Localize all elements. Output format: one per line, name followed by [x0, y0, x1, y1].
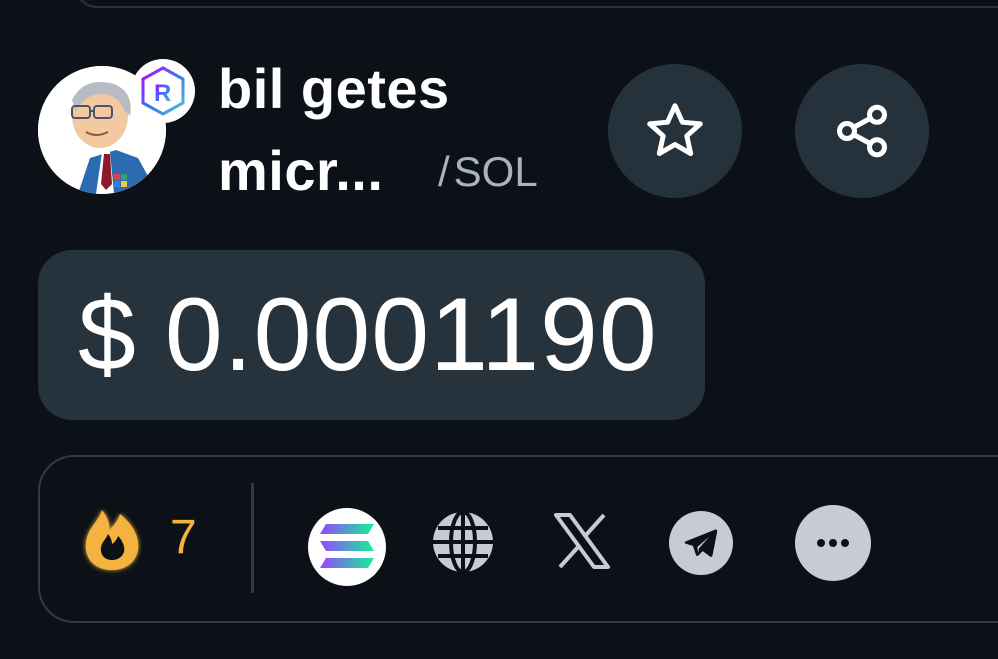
telegram-icon[interactable]	[669, 511, 733, 575]
token-name-line2: micr...	[218, 139, 384, 202]
pair-quote: /SOL	[438, 148, 538, 196]
price-display: $0.0001190	[38, 250, 705, 420]
pair-quote-symbol: SOL	[453, 148, 538, 195]
globe-icon[interactable]	[430, 509, 496, 575]
solana-icon[interactable]	[308, 508, 386, 586]
price-value: 0.0001190	[164, 276, 658, 393]
top-card-edge	[75, 0, 998, 8]
share-button[interactable]	[795, 64, 929, 198]
price-currency: $	[78, 276, 137, 393]
raydium-badge: R	[131, 59, 195, 123]
token-price: $0.0001190	[78, 276, 658, 395]
token-name-line1: bil getes	[218, 57, 450, 120]
x-icon[interactable]	[551, 510, 613, 572]
divider	[251, 483, 254, 593]
badge-letter: R	[154, 80, 171, 107]
fire-count: 7	[170, 511, 197, 564]
star-icon	[647, 103, 703, 157]
favorite-button[interactable]	[608, 64, 742, 198]
pair-separator: /	[438, 148, 450, 195]
fire-icon[interactable]	[74, 500, 150, 576]
share-icon	[837, 104, 887, 158]
more-icon[interactable]	[795, 505, 871, 581]
